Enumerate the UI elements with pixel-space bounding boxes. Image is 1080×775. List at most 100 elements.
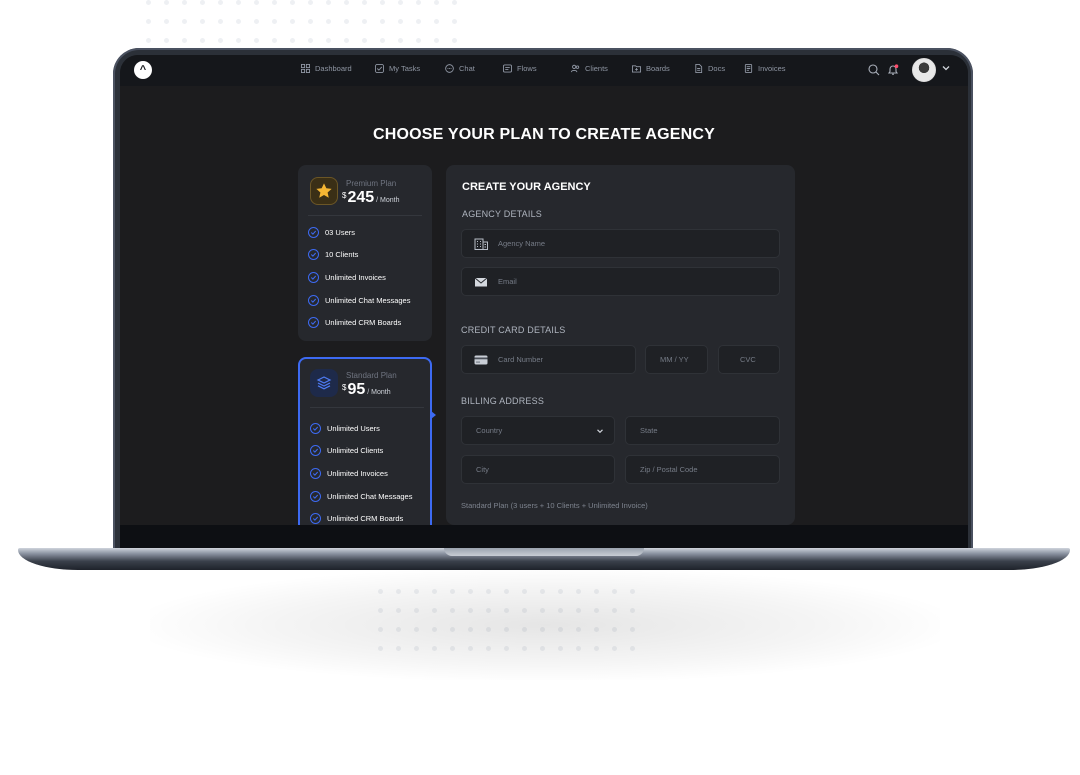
field-placeholder: Email <box>498 277 517 286</box>
feature-label: Unlimited Chat Messages <box>327 491 413 501</box>
feature-label: Unlimited Invoices <box>325 272 386 282</box>
feature-label: Unlimited Users <box>327 423 380 433</box>
check-circle-icon <box>310 445 321 457</box>
section-heading: BILLING ADDRESS <box>461 396 545 406</box>
feature-label: 10 Clients <box>325 250 359 260</box>
nav-item-docs[interactable]: Docs <box>694 64 725 73</box>
nav-label: Boards <box>646 64 670 73</box>
card-number-input[interactable]: Card Number <box>461 345 636 374</box>
feature-item: Unlimited Invoices <box>310 462 412 485</box>
feature-list: 03 Users 10 Clients Unlimited Invoices U… <box>308 221 410 334</box>
nav-item-clients[interactable]: Clients <box>571 64 608 73</box>
field-placeholder: CVC <box>740 355 756 364</box>
feature-item: Unlimited CRM Boards <box>310 507 412 525</box>
feature-item: Unlimited Users <box>310 417 412 440</box>
plan-price: $ 95 / Month <box>342 381 391 399</box>
laptop-notch <box>444 548 644 556</box>
state-input[interactable]: State <box>625 416 780 445</box>
price-currency: $ <box>342 191 347 200</box>
laptop-shadow <box>150 570 940 680</box>
form-title: CREATE YOUR AGENCY <box>462 181 591 193</box>
check-circle-icon <box>310 490 321 502</box>
feature-item: Unlimited Chat Messages <box>310 485 412 508</box>
check-circle-icon <box>308 317 319 329</box>
check-circle-icon <box>308 226 319 238</box>
price-period: / Month <box>367 389 391 396</box>
feature-item: Unlimited Clients <box>310 440 412 463</box>
feature-item: Unlimited Chat Messages <box>308 289 410 312</box>
star-icon <box>310 177 338 205</box>
checkbox-icon <box>375 64 384 73</box>
email-input[interactable]: Email <box>461 267 780 296</box>
user-avatar[interactable] <box>912 58 936 82</box>
price-currency: $ <box>342 383 347 392</box>
nav-item-dashboard[interactable]: Dashboard <box>301 64 352 73</box>
price-amount: 95 <box>347 381 366 398</box>
check-circle-icon <box>310 467 321 479</box>
bell-icon[interactable] <box>887 64 899 76</box>
section-heading: CREDIT CARD DETAILS <box>461 325 566 335</box>
folder-icon <box>632 65 641 73</box>
city-input[interactable]: City <box>461 455 615 484</box>
section-heading: AGENCY DETAILS <box>462 209 542 219</box>
field-placeholder: State <box>640 426 658 435</box>
standard-plan-card[interactable]: Standard Plan $ 95 / Month Unlimited Use… <box>298 357 432 525</box>
feature-item: Unlimited CRM Boards <box>308 311 410 334</box>
field-placeholder: Country <box>476 426 503 435</box>
page-title: CHOOSE YOUR PLAN TO CREATE AGENCY <box>372 126 716 143</box>
feature-item: Unlimited Invoices <box>308 266 410 289</box>
feature-label: Unlimited Clients <box>327 446 384 456</box>
plan-price: $ 245 / Month <box>342 189 400 207</box>
expiry-input[interactable]: MM / YY <box>645 345 708 374</box>
nav-item-boards[interactable]: Boards <box>632 64 670 73</box>
chat-bubble-icon <box>445 64 454 73</box>
feature-item: 10 Clients <box>308 244 410 267</box>
nav-item-chat[interactable]: Chat <box>445 64 475 73</box>
field-placeholder: City <box>476 465 489 474</box>
plan-summary: Standard Plan (3 users + 10 Clients + Un… <box>461 501 648 510</box>
feature-list: Unlimited Users Unlimited Clients Unlimi… <box>310 417 412 525</box>
feature-item: 03 Users <box>308 221 410 244</box>
document-icon <box>695 64 703 73</box>
decorative-dot-grid <box>146 0 457 43</box>
field-placeholder: Card Number <box>498 355 544 364</box>
nav-label: Docs <box>708 64 726 73</box>
flow-icon <box>503 64 512 73</box>
users-icon <box>571 64 580 73</box>
chevron-down-icon <box>597 429 603 434</box>
nav-item-my-tasks[interactable]: My Tasks <box>375 64 420 73</box>
top-navbar: ^ Dashboard My Tasks Chat Flows Clients … <box>120 55 968 86</box>
price-period: / Month <box>376 197 400 204</box>
nav-label: Flows <box>517 64 537 73</box>
chevron-down-icon[interactable] <box>941 63 951 73</box>
cvc-input[interactable]: CVC <box>718 345 780 374</box>
agency-name-input[interactable]: Agency Name <box>461 229 780 258</box>
feature-label: Unlimited CRM Boards <box>327 514 404 524</box>
invoice-icon <box>744 64 753 73</box>
laptop-bezel <box>120 525 968 549</box>
nav-label: Chat <box>459 64 475 73</box>
plan-name: Premium Plan <box>346 179 397 188</box>
country-select[interactable]: Country <box>461 416 615 445</box>
nav-label: Invoices <box>758 64 786 73</box>
envelope-icon <box>474 277 488 286</box>
feature-label: 03 Users <box>325 227 356 237</box>
check-circle-icon <box>308 294 319 306</box>
grid-icon <box>301 64 310 73</box>
nav-label: My Tasks <box>389 64 421 73</box>
nav-label: Clients <box>585 64 608 73</box>
app-logo[interactable]: ^ <box>134 61 152 79</box>
search-icon[interactable] <box>868 64 880 76</box>
app-screen: ^ Dashboard My Tasks Chat Flows Clients … <box>120 55 968 525</box>
nav-item-flows[interactable]: Flows <box>503 64 537 73</box>
credit-card-icon <box>474 355 488 364</box>
field-placeholder: Agency Name <box>498 239 546 248</box>
building-icon <box>474 238 488 250</box>
check-circle-icon <box>308 249 319 261</box>
premium-plan-card[interactable]: Premium Plan $ 245 / Month 03 Users 10 C… <box>298 165 432 341</box>
divider <box>308 215 422 216</box>
feature-label: Unlimited Chat Messages <box>325 295 411 305</box>
create-agency-form: CREATE YOUR AGENCY AGENCY DETAILS Agency… <box>446 165 795 525</box>
zip-code-input[interactable]: Zip / Postal Code <box>625 455 780 484</box>
nav-item-invoices[interactable]: Invoices <box>744 64 786 73</box>
